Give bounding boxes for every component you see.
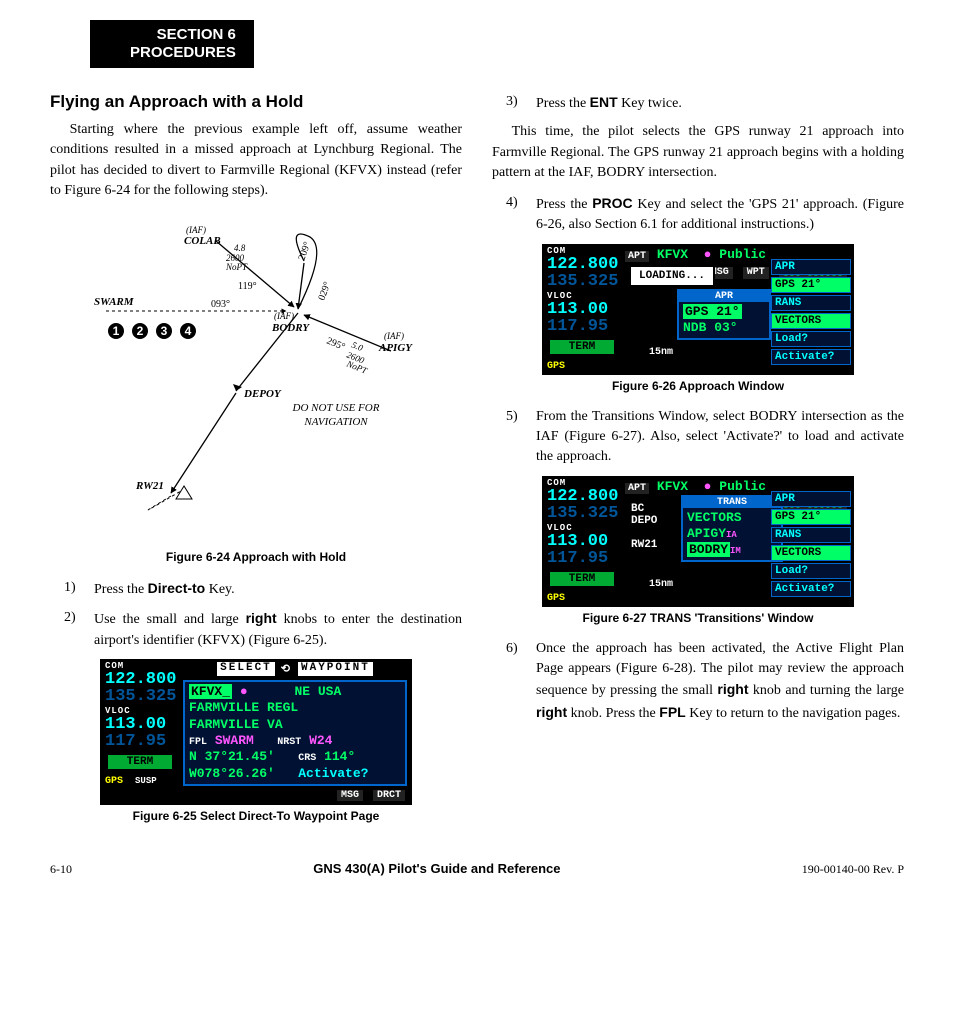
figure-6-24: SWARM 093° 1 2 3 4 (IAF) COLAB 4.8 2600	[50, 211, 462, 546]
fig-6-27-caption: Figure 6-27 TRANS 'Transitions' Window	[492, 611, 904, 625]
fig-6-25-caption: Figure 6-25 Select Direct-To Waypoint Pa…	[50, 809, 462, 823]
step-1: 1) Press the Direct-to Key.	[50, 578, 462, 600]
svg-text:BODRY: BODRY	[271, 322, 310, 334]
left-column: Flying an Approach with a Hold Starting …	[50, 92, 462, 837]
fig-6-24-caption: Figure 6-24 Approach with Hold	[50, 550, 462, 564]
svg-text:DO NOT USE FOR: DO NOT USE FOR	[292, 402, 380, 414]
approach-diagram: SWARM 093° 1 2 3 4 (IAF) COLAB 4.8 2600	[76, 211, 436, 541]
svg-text:DEPOY: DEPOY	[243, 388, 282, 400]
svg-text:NoPT: NoPT	[225, 262, 248, 272]
svg-text:209°: 209°	[296, 241, 313, 263]
svg-text:NoPT: NoPT	[344, 358, 369, 376]
svg-text:4.8: 4.8	[234, 243, 246, 253]
doc-revision: 190-00140-00 Rev. P	[802, 862, 904, 877]
svg-text:3: 3	[161, 324, 168, 338]
svg-text:2: 2	[137, 324, 144, 338]
intro-paragraph: Starting where the previous example left…	[50, 120, 462, 201]
svg-text:NAVIGATION: NAVIGATION	[303, 416, 368, 428]
svg-text:093°: 093°	[211, 299, 230, 310]
section-number: SECTION 6	[130, 26, 236, 44]
figure-6-25-screen: COM 122.800 135.325 VLOC 113.00 117.95 T…	[100, 659, 412, 805]
step-3: 3) Press the ENT Key twice.	[492, 92, 904, 114]
svg-text:COLAB: COLAB	[184, 235, 221, 247]
figure-6-26-screen: COM 122.800 135.325 VLOC 113.00 117.95 T…	[542, 244, 854, 375]
step-2: 2) Use the small and large right knobs t…	[50, 608, 462, 651]
paragraph-gps21: This time, the pilot selects the GPS run…	[492, 122, 904, 183]
svg-text:RW21: RW21	[135, 480, 164, 492]
right-column: 3) Press the ENT Key twice. This time, t…	[492, 92, 904, 837]
svg-text:4: 4	[185, 324, 192, 338]
page-footer: 6-10 GNS 430(A) Pilot's Guide and Refere…	[50, 861, 904, 877]
fig-6-26-caption: Figure 6-26 Approach Window	[492, 379, 904, 393]
svg-text:295°: 295°	[325, 336, 347, 353]
step-4: 4) Press the PROC Key and select the 'GP…	[492, 193, 904, 236]
step-5: 5) From the Transitions Window, select B…	[492, 407, 904, 468]
page-number: 6-10	[50, 862, 72, 877]
svg-text:(IAF): (IAF)	[274, 311, 294, 321]
svg-text:1: 1	[113, 324, 120, 338]
svg-text:119°: 119°	[238, 281, 257, 292]
step-6: 6) Once the approach has been activated,…	[492, 639, 904, 724]
svg-text:(IAF): (IAF)	[384, 331, 404, 341]
subheading: Flying an Approach with a Hold	[50, 92, 462, 112]
doc-title: GNS 430(A) Pilot's Guide and Reference	[313, 861, 560, 876]
section-name: PROCEDURES	[130, 44, 236, 62]
figure-6-27-screen: COM 122.800 135.325 VLOC 113.00 117.95 T…	[542, 476, 854, 607]
page: SECTION 6 PROCEDURES Flying an Approach …	[0, 0, 954, 907]
svg-text:APIGY: APIGY	[378, 342, 413, 354]
svg-text:029°: 029°	[316, 281, 333, 303]
section-tab: SECTION 6 PROCEDURES	[90, 20, 254, 68]
svg-text:SWARM: SWARM	[94, 296, 135, 308]
svg-text:(IAF): (IAF)	[186, 225, 206, 235]
